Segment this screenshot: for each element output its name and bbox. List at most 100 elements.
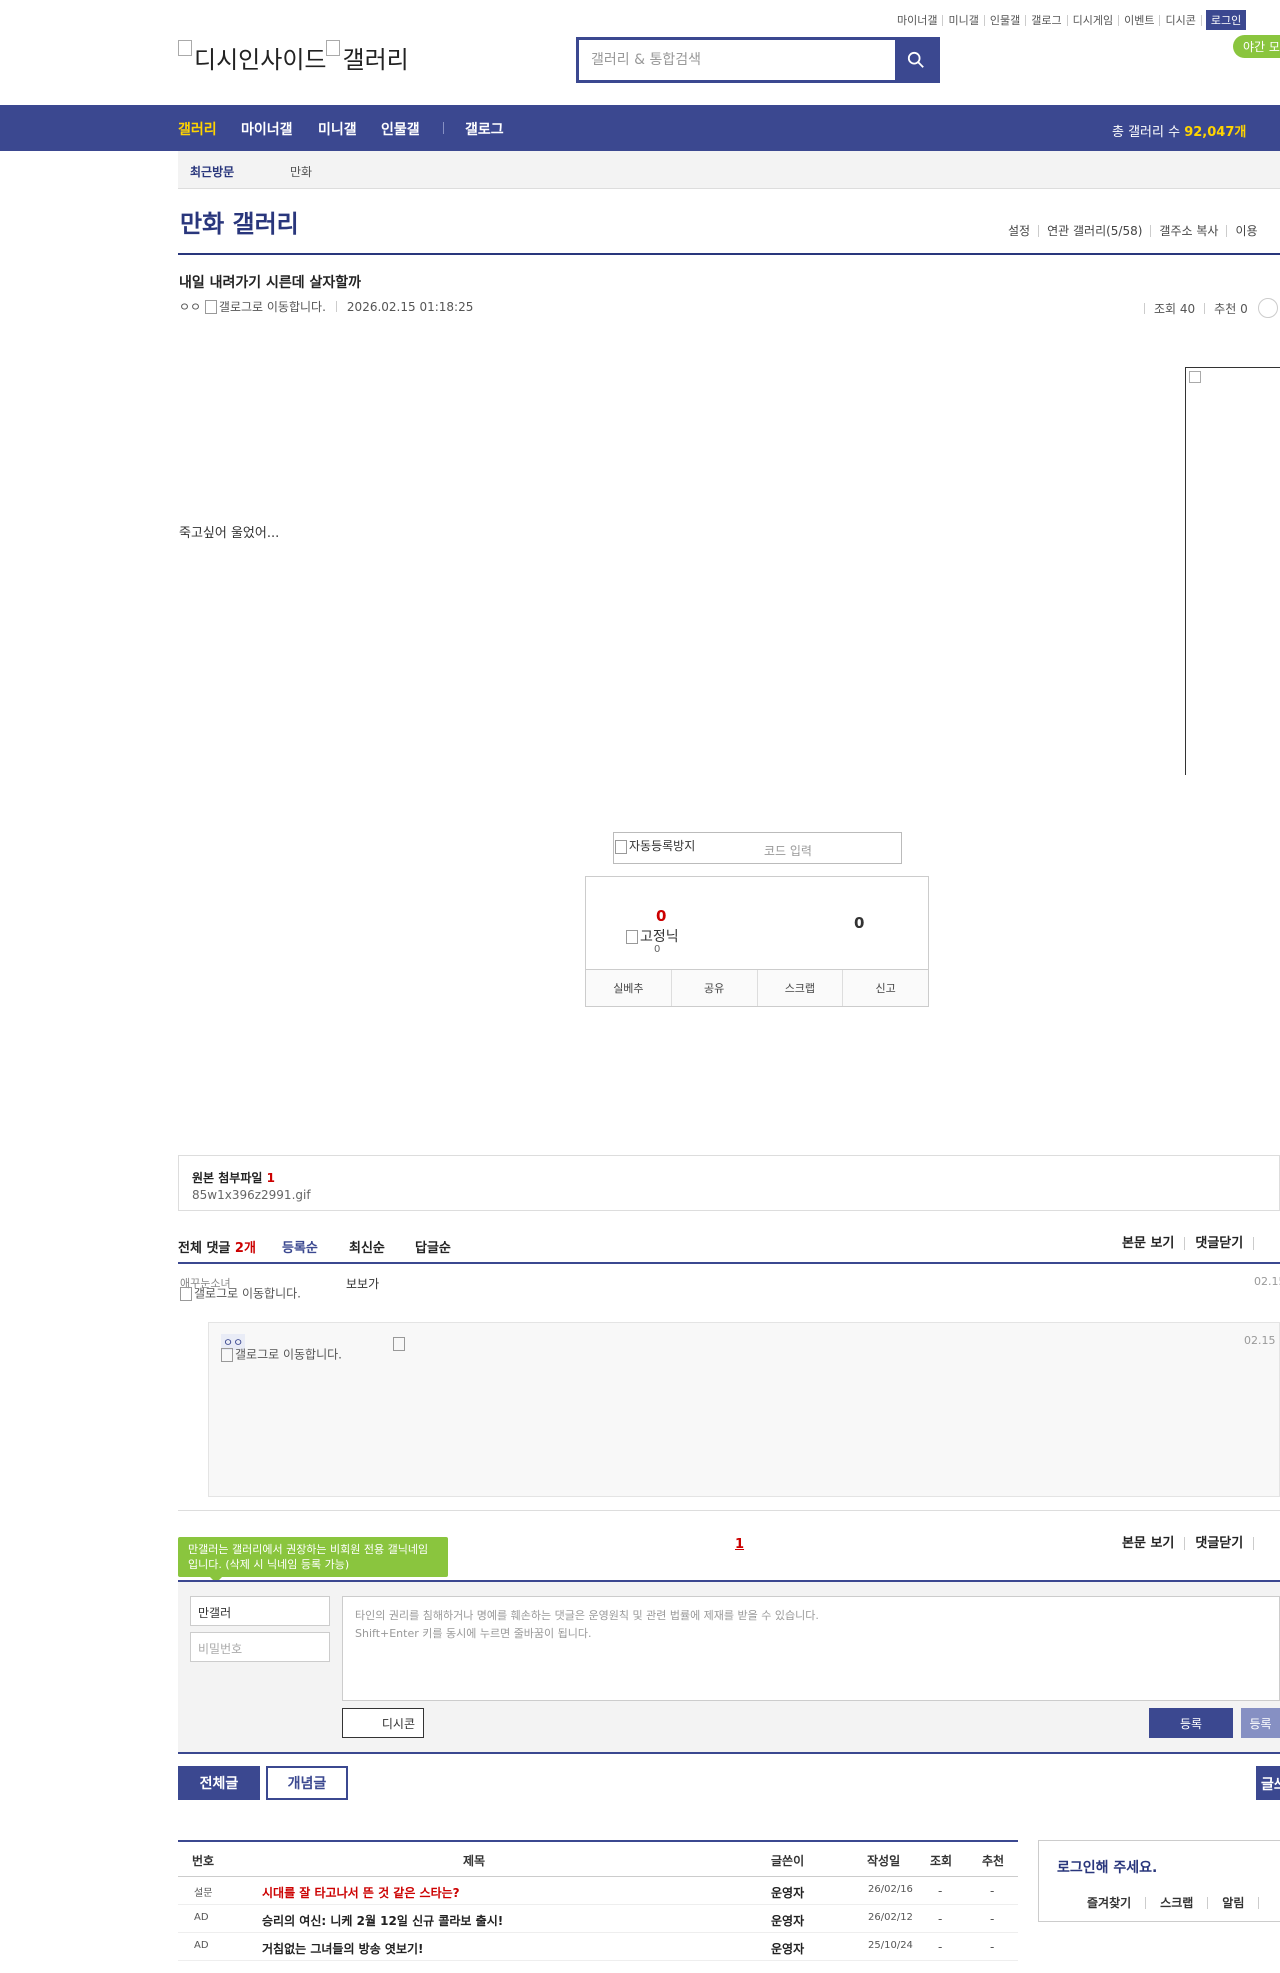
comment-bottom-divider <box>178 1510 1280 1511</box>
site-logo[interactable]: 디시인사이드 갤러리 <box>178 40 409 75</box>
table-row[interactable]: AD 승리의 여신: 니케 2월 12일 신규 콜라보 출시! 운영자 26/0… <box>178 1905 1018 1933</box>
broken-image-icon <box>626 930 638 944</box>
submit-comment-button[interactable]: 등록 <box>1149 1708 1233 1738</box>
top-link-dccon[interactable]: 디시콘 <box>1160 14 1202 26</box>
recent-visit-bar: 최근방문 만화 <box>178 151 1280 189</box>
col-date: 작성일 <box>867 1854 901 1868</box>
share-button[interactable]: 공유 <box>672 970 758 1006</box>
post-subject-link[interactable]: 시대를 잘 타고나서 뜬 것 같은 스타는? <box>262 1884 460 1901</box>
captcha-image: 자동등록방지 <box>615 837 695 854</box>
related-gallery-link[interactable]: 연관 갤러리(5/58) <box>1039 225 1152 237</box>
nav-person[interactable]: 인물갤 <box>381 119 420 139</box>
nickname-tip: 만갤러는 갤러리에서 권장하는 비회원 전용 갤닉네임입니다. (삭제 시 닉네… <box>178 1537 448 1583</box>
main-nav: 갤러리 마이너갤 미니갤 인물갤 갤로그 총 갤러리 수 92,047개 <box>0 105 1280 151</box>
report-button[interactable]: 신고 <box>843 970 928 1006</box>
fixed-nick-label: 고정닉 <box>626 926 679 946</box>
notification-link[interactable]: 알림 <box>1208 1897 1260 1909</box>
top-link-gallog[interactable]: 갤로그 <box>1026 14 1068 26</box>
nav-mini[interactable]: 미니갤 <box>318 119 357 139</box>
close-comments-button[interactable]: 댓글닫기 <box>1185 1537 1255 1550</box>
password-input[interactable]: 비밀번호 <box>190 1632 330 1662</box>
reply-comment: ㅇㅇ 갤로그로 이동합니다. 02.15 <box>208 1322 1280 1497</box>
submit-with-recommend-button[interactable]: 등록 <box>1241 1708 1280 1738</box>
attachment-file-link[interactable]: 85w1x396z2991.gif <box>192 1188 311 1202</box>
fixed-nick-count: 0 <box>654 944 661 955</box>
comment-total: 전체 댓글 2개 <box>178 1241 256 1256</box>
nav-minor[interactable]: 마이너갤 <box>241 119 293 139</box>
write-post-button[interactable]: 글쓰기 <box>1256 1766 1280 1800</box>
reply-gallog-link[interactable]: 갤로그로 이동합니다. <box>221 1348 351 1362</box>
best-posts-button[interactable]: 개념글 <box>266 1766 348 1800</box>
gallery-menu: 설정 연관 갤러리(5/58) 갤주소 복사 이용 <box>1000 225 1266 237</box>
total-gallery-value: 92,047개 <box>1184 125 1247 140</box>
nickname-input[interactable]: 만갤러 <box>190 1596 330 1626</box>
post-stats: 조회 40 추천 0 <box>1135 298 1278 318</box>
captcha-input[interactable]: 코드 입력 <box>764 842 812 859</box>
nav-divider <box>443 122 444 134</box>
night-mode-button[interactable]: 야간 모드 <box>1233 35 1280 58</box>
favorites-link[interactable]: 즐겨찾기 <box>1087 1897 1147 1909</box>
sort-by-register[interactable]: 등록순 <box>282 1237 318 1256</box>
not-recommend-count[interactable]: 0 <box>854 914 864 932</box>
gallery-usage-link[interactable]: 이용 <box>1227 225 1265 237</box>
top-link-minor[interactable]: 마이너갤 <box>892 14 944 26</box>
comment-textarea[interactable]: 타인의 권리를 침해하거나 명예를 훼손하는 댓글은 운영원칙 및 관련 법률에… <box>342 1596 1280 1701</box>
comment-foot-actions: 본문 보기 댓글닫기 <box>1122 1537 1255 1550</box>
gallog-icon <box>221 1348 233 1362</box>
dccon-image <box>393 1336 421 1351</box>
post-option-icon[interactable] <box>1257 298 1278 318</box>
comment-write-box: 만갤러 비밀번호 타인의 권리를 침해하거나 명예를 훼손하는 댓글은 운영원칙… <box>178 1582 1280 1752</box>
login-box-links: 즐겨찾기 스크랩 알림 <box>1087 1897 1260 1909</box>
post-subject-link[interactable]: 승리의 여신: 니케 2월 12일 신규 콜라보 출시! <box>262 1912 503 1929</box>
login-button[interactable]: 로그인 <box>1205 10 1247 30</box>
vote-box: 0 고정닉 0 0 실베추 공유 스크랩 신고 <box>585 876 929 1007</box>
top-link-event[interactable]: 이벤트 <box>1119 14 1161 26</box>
logo-sub: 갤러리 <box>342 47 409 74</box>
recommend-count[interactable]: 0 <box>656 907 666 925</box>
login-prompt[interactable]: 로그인해 주세요. <box>1057 1857 1157 1877</box>
comment-gallog-link[interactable]: 갤로그로 이동합니다. <box>180 1287 310 1301</box>
comment-text: 보보가 <box>346 1277 380 1291</box>
search-button[interactable] <box>895 40 937 80</box>
sort-by-latest[interactable]: 최신순 <box>349 1237 385 1256</box>
search-box <box>576 37 940 83</box>
comment-date: 02.15 <box>1254 1275 1280 1288</box>
sort-by-reply[interactable]: 답글순 <box>415 1237 451 1256</box>
nav-gallog[interactable]: 갤로그 <box>465 119 504 139</box>
gallery-title[interactable]: 만화 갤러리 <box>180 204 299 239</box>
post-subject-link[interactable]: 거침없는 그녀들의 방송 엿보기! <box>262 1940 424 1957</box>
gallery-settings-link[interactable]: 설정 <box>1000 225 1040 237</box>
side-ad-frame[interactable] <box>1185 367 1280 775</box>
top-link-person[interactable]: 인물갤 <box>985 14 1027 26</box>
scrap-link[interactable]: 스크랩 <box>1146 1897 1209 1909</box>
recent-visit-item[interactable]: 만화 <box>290 163 312 180</box>
top-util-links: 마이너갤 미니갤 인물갤 갤로그 디시게임 이벤트 디시콘 로그인 <box>892 10 1247 30</box>
post-views: 조회 40 <box>1154 301 1196 316</box>
top-link-dcgame[interactable]: 디시게임 <box>1068 14 1120 26</box>
dccon-button[interactable]: 디시콘 <box>342 1708 424 1738</box>
broken-image-icon <box>393 1336 405 1351</box>
copy-gallery-url-link[interactable]: 갤주소 복사 <box>1151 225 1228 237</box>
top-link-mini[interactable]: 미니갤 <box>943 14 985 26</box>
search-input[interactable] <box>579 40 895 80</box>
table-row[interactable]: AD 거침없는 그녀들의 방송 엿보기! 운영자 25/10/24 - - <box>178 1933 1018 1961</box>
login-box: 로그인해 주세요. 즐겨찾기 스크랩 알림 <box>1038 1840 1280 1922</box>
post-author[interactable]: ㅇㅇ <box>179 298 201 315</box>
all-posts-button[interactable]: 전체글 <box>178 1766 260 1800</box>
logo-text: 디시인사이드 <box>194 47 327 74</box>
nav-gallery[interactable]: 갤러리 <box>178 119 217 139</box>
broken-image-icon <box>615 839 627 854</box>
scrap-button[interactable]: 스크랩 <box>758 970 844 1006</box>
close-comments-button[interactable]: 댓글닫기 <box>1185 1237 1255 1250</box>
realbest-button[interactable]: 실베추 <box>586 970 672 1006</box>
gallog-icon <box>180 1287 192 1301</box>
vote-actions: 실베추 공유 스크랩 신고 <box>586 969 928 1006</box>
view-post-button[interactable]: 본문 보기 <box>1122 1537 1186 1550</box>
post-list: 번호 제목 글쓴이 작성일 조회 추천 설문 시대를 잘 타고나서 뜬 것 같은… <box>178 1840 1018 1961</box>
gallog-icon[interactable] <box>204 299 217 314</box>
table-row[interactable]: 설문 시대를 잘 타고나서 뜬 것 같은 스타는? 운영자 26/02/16 -… <box>178 1877 1018 1905</box>
attachment-label: 원본 첨부파일 1 <box>192 1171 275 1185</box>
view-post-button[interactable]: 본문 보기 <box>1122 1237 1186 1250</box>
comment-page-1[interactable]: 1 <box>735 1537 744 1552</box>
post-list-header: 번호 제목 글쓴이 작성일 조회 추천 <box>178 1840 1018 1877</box>
